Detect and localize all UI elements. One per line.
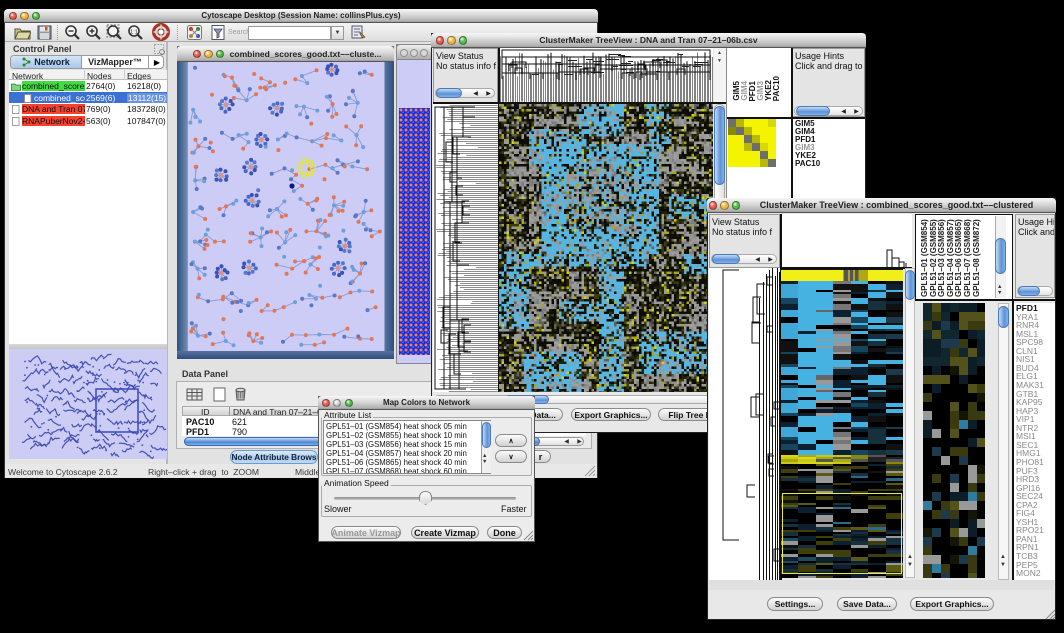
svg-text:1:1: 1:1 xyxy=(130,30,138,36)
